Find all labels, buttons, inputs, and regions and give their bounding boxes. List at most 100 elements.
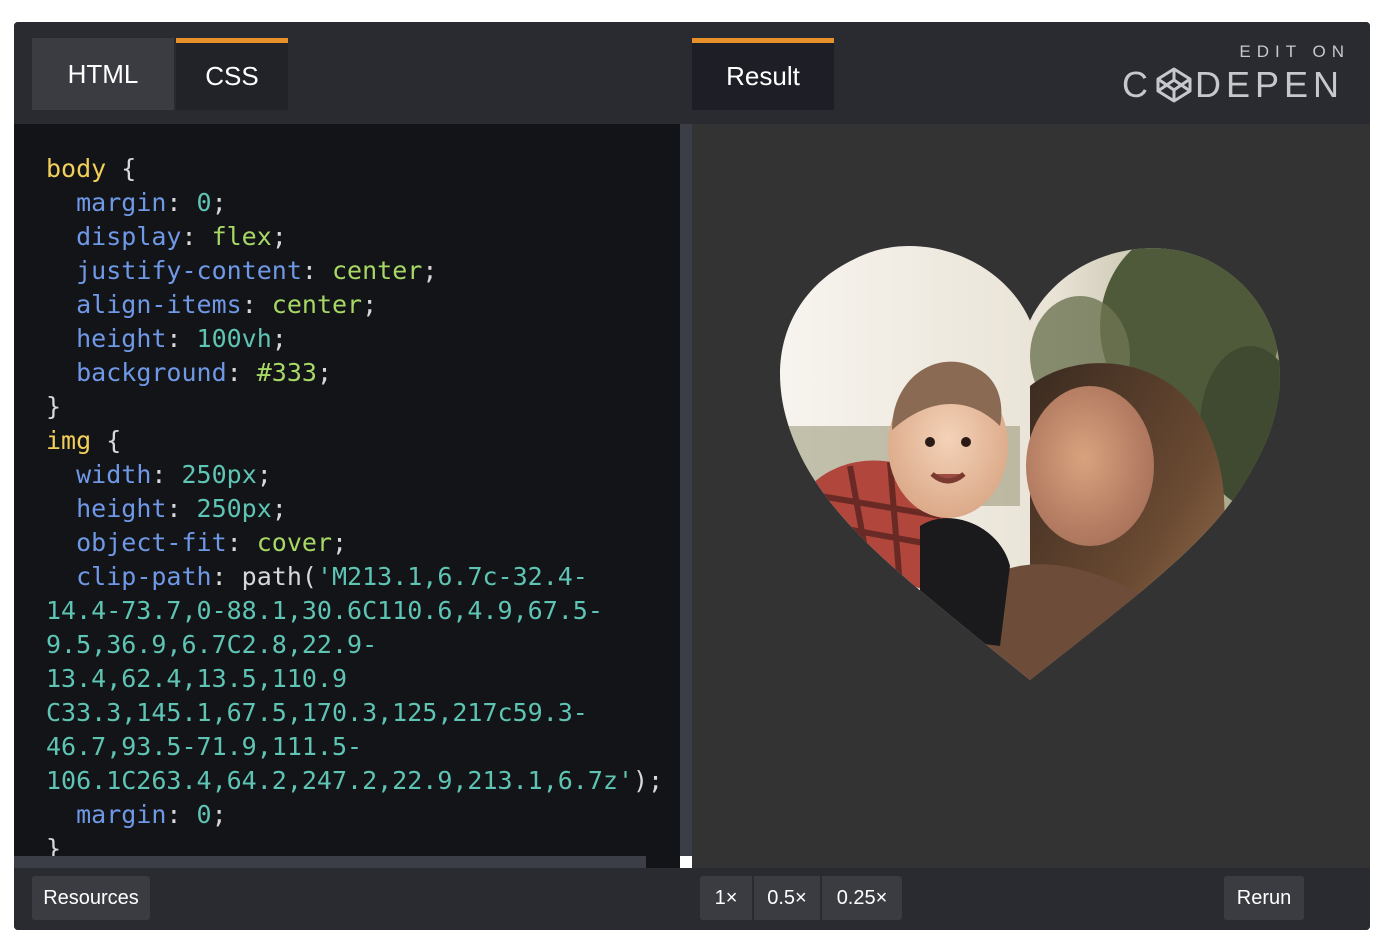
code-token: height: [76, 494, 167, 523]
edit-on-label: EDIT ON: [1239, 42, 1350, 61]
code-token: center: [332, 256, 423, 285]
code-token: :: [166, 800, 197, 829]
code-token: margin: [76, 800, 167, 829]
code-token: : path(: [211, 562, 317, 591]
code-token: :: [181, 222, 212, 251]
code-token: 0: [196, 800, 212, 829]
footer-bar: Resources 1× 0.5× 0.25× Rerun: [14, 868, 1370, 930]
zoom-0.25x-button[interactable]: 0.25×: [822, 876, 902, 920]
code-line: 13.4,62.4,13.5,110.9: [46, 662, 663, 696]
codepen-logo-right: DEPEN: [1194, 64, 1344, 105]
code-token: clip-path: [76, 562, 212, 591]
code-token: :: [226, 528, 257, 557]
code-token: ;: [332, 528, 348, 557]
code-token: cover: [256, 528, 332, 557]
code-token: {: [106, 154, 137, 183]
codepen-embed: HTML CSS Result EDIT ON C DEPEN body {m…: [14, 22, 1370, 930]
code-token: ;: [316, 358, 333, 387]
code-line: C33.3,145.1,67.5,170.3,125,217c59.3-: [46, 696, 663, 730]
code-token: :: [241, 290, 272, 319]
code-line: 14.4-73.7,0-88.1,30.6C110.6,4.9,67.5-: [46, 594, 663, 628]
code-token: display: [76, 222, 182, 251]
code-token: height: [76, 324, 167, 353]
code-token: ;: [211, 800, 227, 829]
code-token: :: [226, 358, 257, 387]
code-line: margin: 0;: [46, 798, 663, 832]
code-token: justify-content: [76, 256, 302, 285]
rerun-button[interactable]: Rerun: [1224, 876, 1304, 920]
editor-vertical-scrollbar[interactable]: [680, 124, 692, 868]
code-token: width: [76, 460, 152, 489]
code-token: :: [166, 494, 197, 523]
code-block[interactable]: body { margin: 0; display: flex; justify…: [46, 152, 663, 866]
codepen-logo-left: C: [1121, 64, 1153, 105]
code-line: display: flex;: [46, 220, 663, 254]
code-token: 'M213.1,6.7c-32.4-: [316, 562, 588, 591]
code-token: 250px: [181, 460, 257, 489]
resources-button[interactable]: Resources: [32, 876, 150, 920]
code-token: {: [91, 426, 122, 455]
code-line: margin: 0;: [46, 186, 663, 220]
code-token: :: [301, 256, 332, 285]
code-token: ;: [211, 188, 227, 217]
code-line: height: 250px;: [46, 492, 663, 526]
zoom-1x-button[interactable]: 1×: [700, 876, 752, 920]
code-token: 9.5,36.9,6.7C2.8,22.9-: [46, 630, 378, 659]
header-bar: HTML CSS Result EDIT ON C DEPEN: [14, 22, 1370, 124]
heart-photo: [780, 246, 1280, 680]
code-line: height: 100vh;: [46, 322, 663, 356]
code-token: 106.1C263.4,64.2,247.2,22.9,213.1,6.7z': [46, 766, 633, 795]
code-line: align-items: center;: [46, 288, 663, 322]
code-token: );: [633, 766, 664, 795]
code-token: }: [46, 392, 62, 421]
code-token: flex: [211, 222, 272, 251]
result-pane: [692, 124, 1370, 868]
code-token: :: [151, 460, 182, 489]
code-token: C33.3,145.1,67.5,170.3,125,217c59.3-: [46, 698, 588, 727]
code-token: body: [46, 154, 107, 183]
code-line: background: #333;: [46, 356, 663, 390]
code-line: body {: [46, 152, 663, 186]
code-token: 14.4-73.7,0-88.1,30.6C110.6,4.9,67.5-: [46, 596, 603, 625]
code-line: }: [46, 390, 663, 424]
code-line: object-fit: cover;: [46, 526, 663, 560]
code-token: 46.7,93.5-71.9,111.5-: [46, 732, 363, 761]
zoom-0.5x-button[interactable]: 0.5×: [754, 876, 820, 920]
code-line: 9.5,36.9,6.7C2.8,22.9-: [46, 628, 663, 662]
tab-css[interactable]: CSS: [176, 38, 288, 110]
scrollbar-corner: [680, 856, 692, 868]
codepen-brand-link[interactable]: EDIT ON C DEPEN: [1122, 42, 1344, 104]
code-token: object-fit: [76, 528, 227, 557]
code-token: 13.4,62.4,13.5,110.9: [46, 664, 348, 693]
code-token: margin: [76, 188, 167, 217]
codepen-cube-icon: [1156, 67, 1192, 103]
tab-result[interactable]: Result: [692, 38, 834, 110]
code-token: 250px: [196, 494, 272, 523]
code-token: background: [76, 358, 227, 387]
code-token: img: [46, 426, 92, 455]
code-token: ;: [422, 256, 438, 285]
codepen-logo: C DEPEN: [1122, 66, 1344, 104]
code-token: 0: [196, 188, 212, 217]
code-token: ;: [271, 222, 287, 251]
code-token: ;: [362, 290, 378, 319]
editor-horizontal-scrollbar[interactable]: [14, 856, 646, 868]
code-token: ;: [256, 460, 272, 489]
code-token: 100vh: [196, 324, 272, 353]
code-token: ;: [271, 494, 287, 523]
code-line: clip-path: path('M213.1,6.7c-32.4-: [46, 560, 663, 594]
css-editor[interactable]: body { margin: 0; display: flex; justify…: [14, 124, 692, 868]
code-line: 106.1C263.4,64.2,247.2,22.9,213.1,6.7z')…: [46, 764, 663, 798]
code-token: center: [271, 290, 363, 319]
tab-html[interactable]: HTML: [32, 38, 174, 110]
